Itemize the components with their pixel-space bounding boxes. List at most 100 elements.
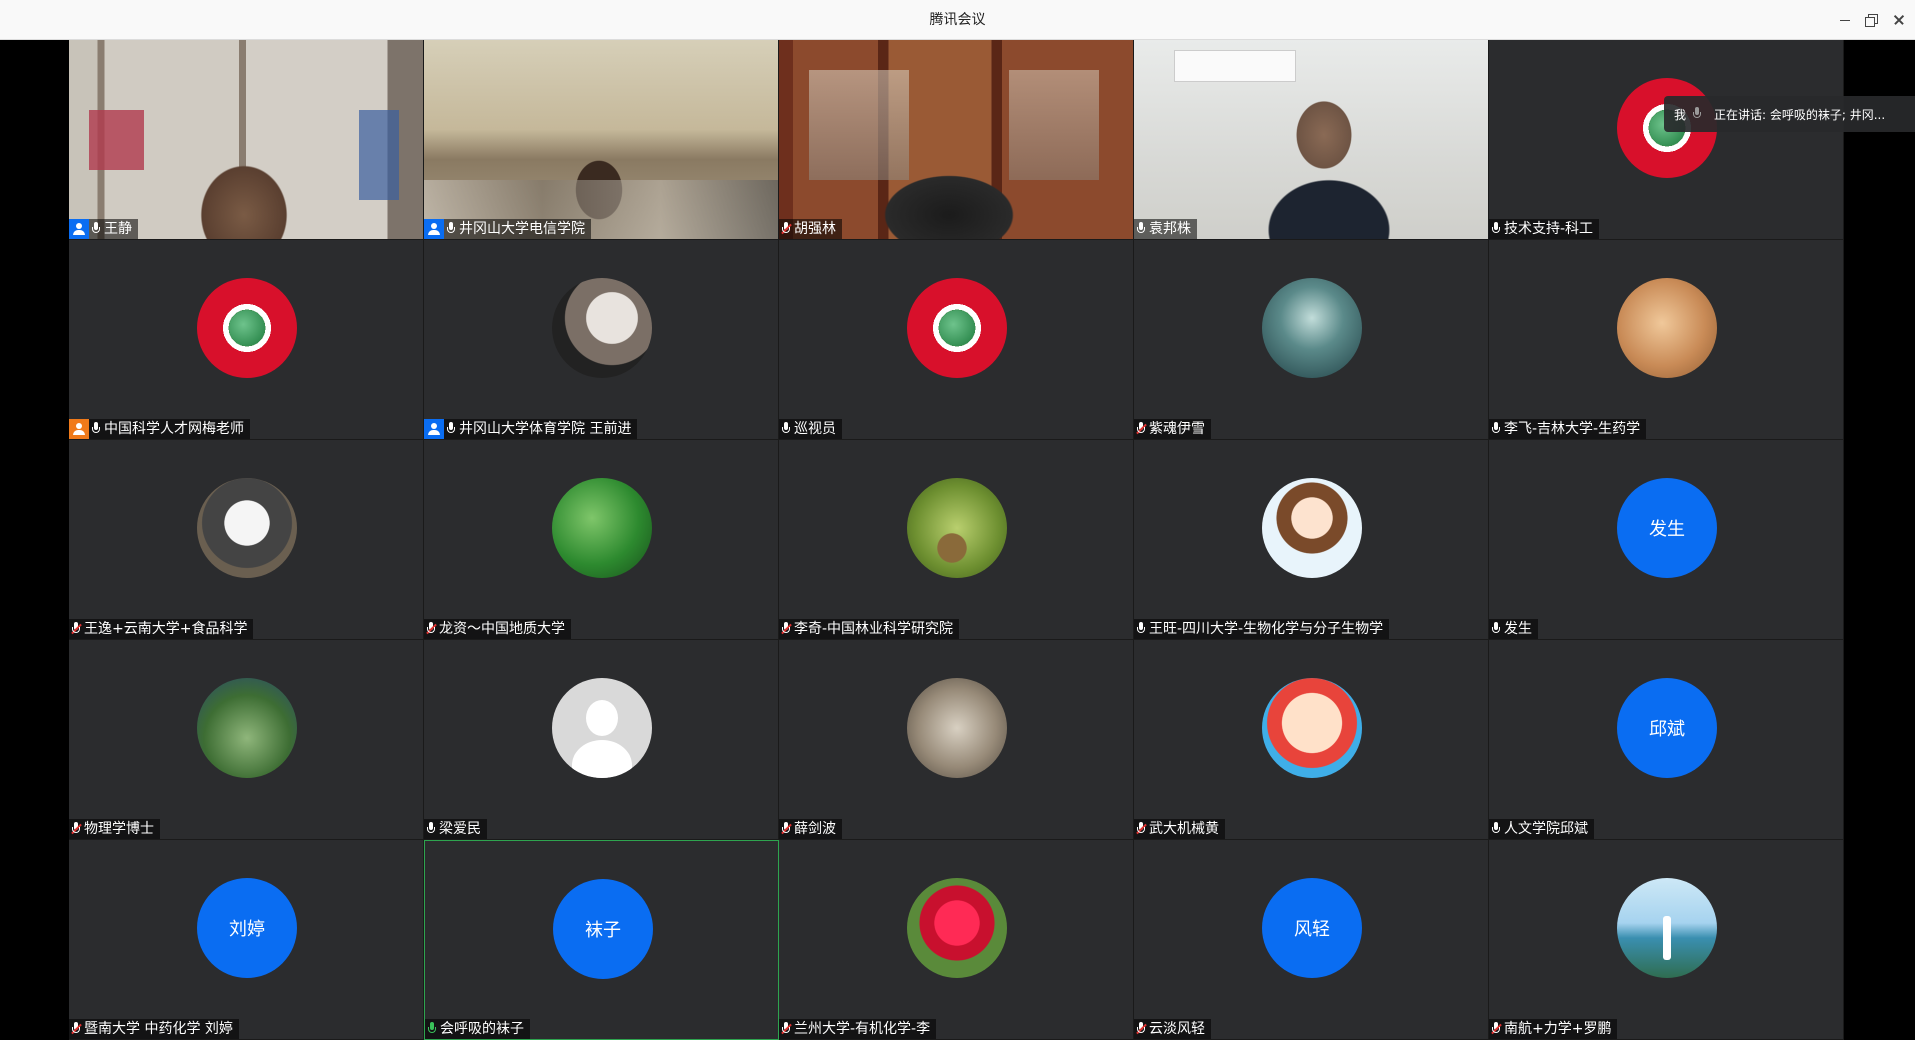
participant-label: 井冈山大学体育学院 王前进 (424, 419, 638, 439)
participant-tile[interactable]: 中国科学人才网梅老师 (69, 240, 424, 440)
participant-name: 薛剑波 (794, 821, 836, 837)
participant-name: 兰州大学-有机化学-李 (794, 1021, 931, 1037)
participant-name: 胡强林 (794, 221, 836, 237)
participant-tile[interactable]: 巡视员 (779, 240, 1134, 440)
mic-icon (1491, 822, 1501, 836)
participant-tile[interactable]: 邱斌人文学院邱斌 (1489, 640, 1844, 840)
participant-tile[interactable]: 武大机械黄 (1134, 640, 1489, 840)
participant-avatar: 刘婷 (197, 878, 297, 978)
participant-tile[interactable]: 龙资～中国地质大学 (424, 440, 779, 640)
participant-tile[interactable]: 物理学博士 (69, 640, 424, 840)
participant-tile[interactable]: 李飞-吉林大学-生药学 (1489, 240, 1844, 440)
participant-label: 兰州大学-有机化学-李 (779, 1019, 937, 1039)
minimize-icon[interactable] (1834, 9, 1856, 31)
participant-label: 王逸+云南大学+食品科学 (69, 619, 254, 639)
participant-name: 李奇-中国林业科学研究院 (794, 621, 954, 637)
participant-avatar (552, 678, 652, 778)
participant-label: 巡视员 (779, 419, 842, 439)
participant-tile[interactable]: 技术支持-科工 (1489, 40, 1844, 240)
mic-icon (427, 1022, 437, 1036)
participant-tile[interactable]: 胡强林 (779, 40, 1134, 240)
participant-name: 王静 (104, 221, 132, 237)
participant-avatar (1262, 478, 1362, 578)
mic-muted-icon (426, 622, 437, 636)
participant-video (424, 40, 778, 239)
avatar-initials: 风轻 (1294, 919, 1330, 940)
participant-tile[interactable]: 王静 (69, 40, 424, 240)
participant-name: 井冈山大学电信学院 (459, 221, 585, 237)
mic-muted-icon (71, 1022, 82, 1036)
participant-label: 人文学院邱斌 (1489, 819, 1594, 839)
participant-name: 井冈山大学体育学院 王前进 (459, 421, 632, 437)
participant-name: 技术支持-科工 (1504, 221, 1594, 237)
participant-label: 暨南大学 中药化学 刘婷 (69, 1019, 239, 1039)
participant-video (69, 40, 423, 239)
avatar-initials: 刘婷 (229, 919, 265, 940)
mic-icon (1136, 622, 1146, 636)
participant-tile[interactable]: 井冈山大学电信学院 (424, 40, 779, 240)
close-icon[interactable] (1888, 9, 1910, 31)
mic-muted-icon (1136, 822, 1147, 836)
mic-muted-icon (1136, 422, 1147, 436)
participant-tile[interactable]: 袜子会呼吸的袜子 (424, 840, 779, 1040)
self-label: 我 (1674, 107, 1687, 122)
participant-tile[interactable]: 南航+力学+罗鹏 (1489, 840, 1844, 1040)
participant-label: 李飞-吉林大学-生药学 (1489, 419, 1647, 439)
participant-name: 王旺-四川大学-生物化学与分子生物学 (1149, 621, 1384, 637)
participant-video (779, 40, 1133, 239)
participant-name: 王逸+云南大学+食品科学 (84, 621, 248, 637)
participant-avatar (907, 678, 1007, 778)
participant-label: 李奇-中国林业科学研究院 (779, 619, 960, 639)
participant-label: 南航+力学+罗鹏 (1489, 1019, 1618, 1039)
participant-tile[interactable]: 李奇-中国林业科学研究院 (779, 440, 1134, 640)
host-icon (424, 219, 444, 239)
mic-muted-icon (781, 822, 792, 836)
participant-avatar (907, 478, 1007, 578)
participant-avatar: 袜子 (553, 879, 653, 979)
participant-name: 物理学博士 (84, 821, 154, 837)
participant-avatar: 发生 (1617, 478, 1717, 578)
avatar-initials: 发生 (1649, 519, 1685, 540)
participant-label: 中国科学人才网梅老师 (69, 419, 250, 439)
host-icon (424, 419, 444, 439)
participant-name: 会呼吸的袜子 (440, 1021, 524, 1037)
participant-tile[interactable]: 紫魂伊雪 (1134, 240, 1489, 440)
participant-avatar (1617, 278, 1717, 378)
participant-grid: 王静 井冈山大学电信学院 胡强林 袁邦株 技术支持-科工中国科学人才网梅老师 井冈山大学体… (69, 40, 1844, 1040)
participant-name: 袁邦株 (1149, 221, 1191, 237)
participant-avatar: 邱斌 (1617, 678, 1717, 778)
participant-tile[interactable]: 梁爱民 (424, 640, 779, 840)
participant-tile[interactable]: 王逸+云南大学+食品科学 (69, 440, 424, 640)
participant-name: 李飞-吉林大学-生药学 (1504, 421, 1641, 437)
participant-tile[interactable]: 袁邦株 (1134, 40, 1489, 240)
participant-avatar (907, 278, 1007, 378)
mic-muted-icon (781, 222, 792, 236)
participant-tile[interactable]: 刘婷暨南大学 中药化学 刘婷 (69, 840, 424, 1040)
participant-tile[interactable]: 兰州大学-有机化学-李 (779, 840, 1134, 1040)
mic-icon (91, 422, 101, 436)
participant-name: 南航+力学+罗鹏 (1504, 1021, 1612, 1037)
participant-tile[interactable]: 王旺-四川大学-生物化学与分子生物学 (1134, 440, 1489, 640)
speaking-indicator[interactable]: 我 正在讲话: 会呼吸的袜子; 井冈... (1664, 96, 1915, 132)
participant-label: 井冈山大学电信学院 (424, 219, 591, 239)
speaking-text: 正在讲话: 会呼吸的袜子; 井冈... (1714, 107, 1886, 122)
participant-name: 巡视员 (794, 421, 836, 437)
participant-label: 云淡风轻 (1134, 1019, 1211, 1039)
participant-tile[interactable]: 发生 发生 (1489, 440, 1844, 640)
participant-avatar (1262, 678, 1362, 778)
participant-avatar (552, 478, 652, 578)
self-mic-icon[interactable] (1692, 107, 1702, 121)
participant-avatar (1262, 278, 1362, 378)
participant-tile[interactable]: 薛剑波 (779, 640, 1134, 840)
participant-label: 胡强林 (779, 219, 842, 239)
restore-icon[interactable] (1860, 9, 1882, 31)
participant-name: 梁爱民 (439, 821, 481, 837)
participant-tile[interactable]: 风轻云淡风轻 (1134, 840, 1489, 1040)
participant-label: 武大机械黄 (1134, 819, 1225, 839)
host-icon (69, 219, 89, 239)
mic-icon (446, 422, 456, 436)
mic-icon (91, 222, 101, 236)
participant-tile[interactable]: 井冈山大学体育学院 王前进 (424, 240, 779, 440)
participant-avatar (907, 878, 1007, 978)
window-title: 腾讯会议 (929, 12, 986, 28)
